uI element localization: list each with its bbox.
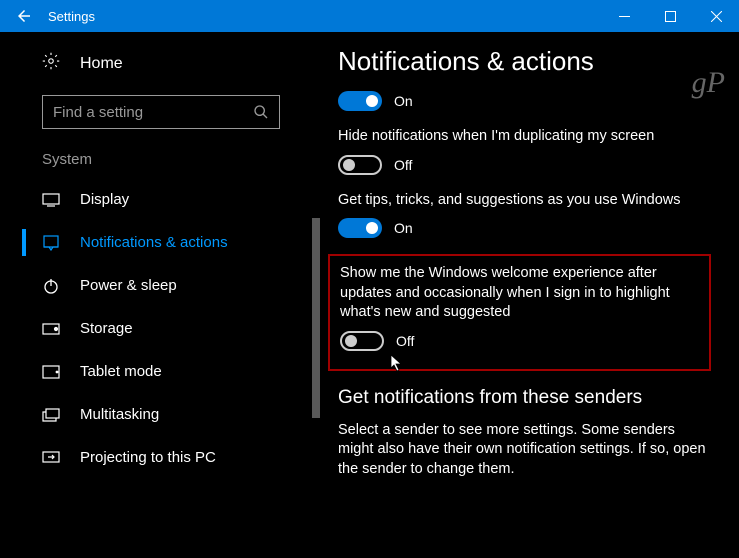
notifications-icon	[42, 235, 60, 251]
setting-row: Get tips, tricks, and suggestions as you…	[338, 191, 711, 239]
page-title: Notifications & actions	[338, 46, 711, 77]
maximize-icon	[665, 11, 676, 22]
window-controls	[601, 0, 739, 32]
nav-label: Storage	[80, 320, 133, 337]
close-icon	[711, 11, 722, 22]
arrow-left-icon	[15, 7, 33, 25]
nav-label: Display	[80, 191, 129, 208]
setting-desc: Get tips, tricks, and suggestions as you…	[338, 191, 711, 211]
search-input[interactable]	[53, 104, 253, 121]
toggle-state: Off	[394, 157, 412, 173]
toggle-switch[interactable]	[338, 91, 382, 111]
category-label: System	[0, 151, 322, 178]
sidebar-item-display[interactable]: Display	[0, 178, 322, 221]
sidebar: Home System Display Notifications & acti…	[0, 32, 322, 551]
setting-desc: Show me the Windows welcome experience a…	[340, 264, 699, 323]
toggle-state: On	[394, 220, 413, 236]
home-link[interactable]: Home	[0, 46, 322, 81]
home-label: Home	[80, 55, 123, 73]
sidebar-item-storage[interactable]: Storage	[0, 307, 322, 350]
nav-label: Multitasking	[80, 406, 159, 423]
cursor-icon	[390, 354, 404, 372]
sub-heading: Get notifications from these senders	[338, 387, 711, 409]
highlighted-setting: Show me the Windows welcome experience a…	[328, 254, 711, 371]
titlebar: Settings	[0, 0, 739, 32]
setting-desc: Hide notifications when I'm duplicating …	[338, 127, 711, 147]
window-title: Settings	[48, 9, 601, 24]
tablet-icon	[42, 365, 60, 379]
main-content: gP Notifications & actions On Hide notif…	[322, 32, 739, 551]
nav-label: Notifications & actions	[80, 234, 228, 251]
toggle-state: Off	[396, 333, 414, 349]
nav-label: Tablet mode	[80, 363, 162, 380]
scroll-thumb[interactable]	[312, 218, 320, 418]
toggle-switch[interactable]	[340, 331, 384, 351]
gear-icon	[42, 52, 60, 75]
setting-row: On	[338, 91, 711, 111]
maximize-button[interactable]	[647, 0, 693, 32]
projecting-icon	[42, 451, 60, 465]
nav-label: Projecting to this PC	[80, 449, 216, 466]
power-icon	[42, 278, 60, 294]
watermark: gP	[692, 66, 725, 100]
sub-desc: Select a sender to see more settings. So…	[338, 421, 711, 480]
sidebar-scrollbar[interactable]	[312, 218, 320, 558]
minimize-button[interactable]	[601, 0, 647, 32]
minimize-icon	[619, 16, 630, 17]
nav-label: Power & sleep	[80, 277, 177, 294]
close-button[interactable]	[693, 0, 739, 32]
setting-row: Hide notifications when I'm duplicating …	[338, 127, 711, 175]
sidebar-item-power[interactable]: Power & sleep	[0, 264, 322, 307]
search-box[interactable]	[42, 95, 280, 129]
sidebar-item-tablet[interactable]: Tablet mode	[0, 350, 322, 393]
toggle-switch[interactable]	[338, 218, 382, 238]
multitasking-icon	[42, 408, 60, 422]
sidebar-item-multitasking[interactable]: Multitasking	[0, 393, 322, 436]
back-button[interactable]	[0, 0, 48, 32]
toggle-state: On	[394, 93, 413, 109]
nav-list: Display Notifications & actions Power & …	[0, 178, 322, 479]
sidebar-item-notifications[interactable]: Notifications & actions	[0, 221, 322, 264]
display-icon	[42, 193, 60, 207]
storage-icon	[42, 323, 60, 335]
search-icon	[253, 104, 269, 120]
sidebar-item-projecting[interactable]: Projecting to this PC	[0, 436, 322, 479]
toggle-switch[interactable]	[338, 155, 382, 175]
